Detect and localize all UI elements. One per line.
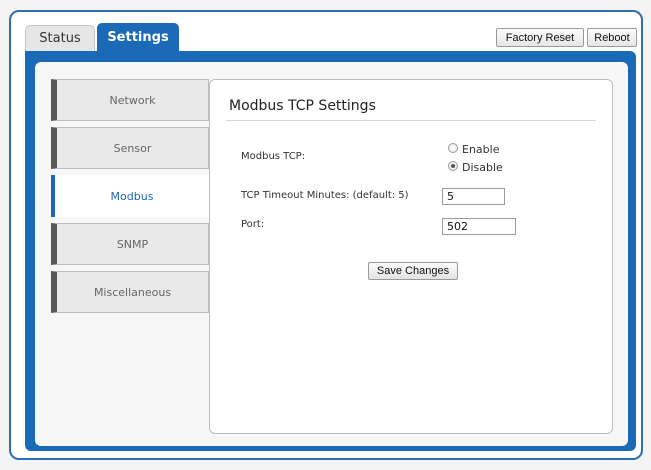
sidebar-item-label: Sensor bbox=[113, 141, 152, 155]
enable-label: Enable bbox=[462, 143, 500, 156]
reboot-button[interactable]: Reboot bbox=[587, 28, 637, 47]
modbus-tcp-disable-radio[interactable] bbox=[448, 161, 458, 171]
sidebar-item-label: Network bbox=[109, 93, 156, 107]
port-label: Port: bbox=[241, 219, 265, 230]
modbus-tcp-label: Modbus TCP: bbox=[241, 151, 306, 162]
title-divider bbox=[226, 120, 596, 121]
modbus-tcp-enable-radio[interactable] bbox=[448, 143, 458, 153]
modbus-settings-panel bbox=[209, 79, 613, 434]
sidebar-item-modbus[interactable]: Modbus bbox=[51, 175, 209, 217]
sidebar-item-miscellaneous[interactable]: Miscellaneous bbox=[51, 271, 209, 313]
save-changes-button[interactable]: Save Changes bbox=[368, 262, 458, 280]
tcp-timeout-input[interactable]: 5 bbox=[442, 188, 505, 205]
tab-settings[interactable]: Settings bbox=[97, 23, 179, 51]
sidebar-item-sensor[interactable]: Sensor bbox=[51, 127, 209, 169]
disable-label: Disable bbox=[462, 161, 503, 174]
sidebar-item-label: Modbus bbox=[110, 189, 154, 203]
page-title: Modbus TCP Settings bbox=[229, 98, 376, 114]
port-input[interactable]: 502 bbox=[442, 218, 516, 235]
factory-reset-button[interactable]: Factory Reset bbox=[496, 28, 584, 47]
sidebar-item-label: Miscellaneous bbox=[93, 285, 172, 299]
tab-status[interactable]: Status bbox=[25, 25, 95, 51]
sidebar-item-network[interactable]: Network bbox=[51, 79, 209, 121]
tcp-timeout-label: TCP Timeout Minutes: (default: 5) bbox=[241, 190, 409, 201]
sidebar-item-snmp[interactable]: SNMP bbox=[51, 223, 209, 265]
sidebar-item-label: SNMP bbox=[116, 237, 149, 251]
